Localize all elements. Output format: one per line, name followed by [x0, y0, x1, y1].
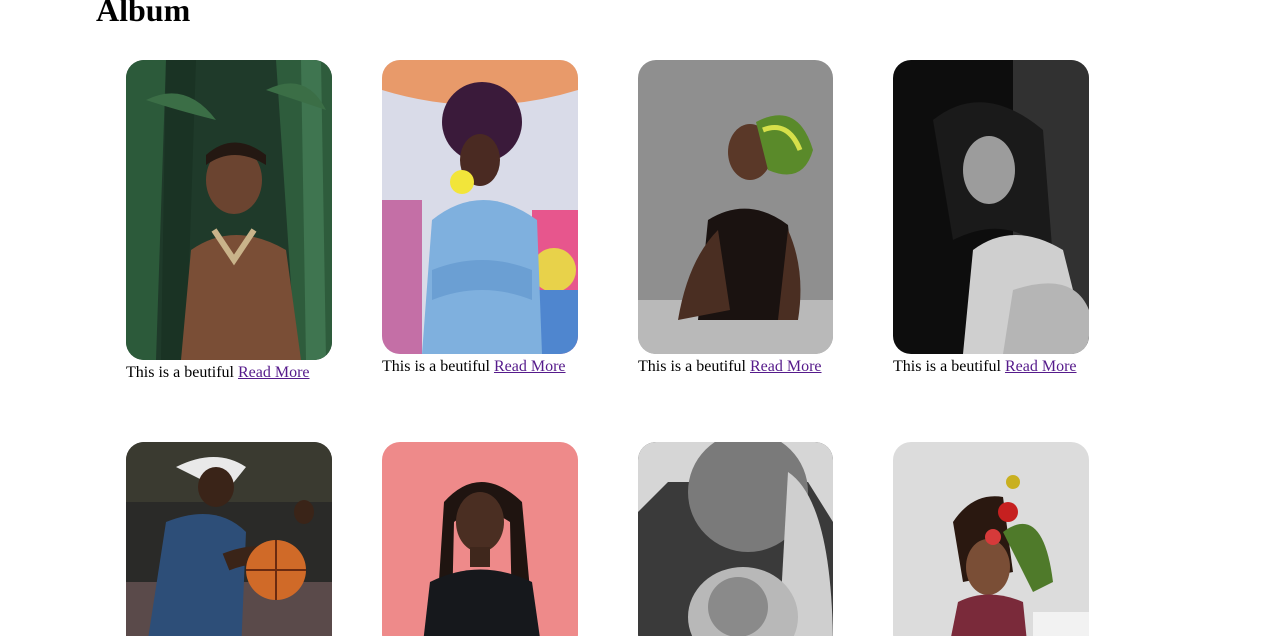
card-caption: This is a beutiful — [126, 364, 234, 381]
page-title: Album — [96, 0, 191, 28]
card-caption: This is a beutiful — [893, 358, 1001, 375]
card-caption: This is a beutiful — [638, 358, 746, 375]
album-card: This is a beutiful Read More — [126, 60, 332, 382]
woman-smiling-bw-photo[interactable] — [893, 60, 1089, 354]
read-more-link[interactable]: Read More — [494, 358, 566, 375]
album-card — [126, 442, 332, 636]
album-card: This is a beutiful Read More — [638, 60, 833, 376]
basketball-player-photo[interactable] — [126, 442, 332, 636]
read-more-link[interactable]: Read More — [1005, 358, 1077, 375]
album-card — [893, 442, 1089, 636]
read-more-link[interactable]: Read More — [750, 358, 822, 375]
man-in-jungle-photo[interactable] — [126, 60, 332, 360]
album-card — [382, 442, 578, 636]
woman-pink-background-photo[interactable] — [382, 442, 578, 636]
grandmother-baby-bw-photo[interactable] — [638, 442, 833, 636]
album-card — [638, 442, 833, 636]
album-card: This is a beutiful Read More — [382, 60, 578, 376]
woman-denim-jacket-photo[interactable] — [382, 60, 578, 354]
woman-flower-crown-photo[interactable] — [893, 442, 1089, 636]
card-caption: This is a beutiful — [382, 358, 490, 375]
woman-headwrap-photo[interactable] — [638, 60, 833, 354]
read-more-link[interactable]: Read More — [238, 364, 310, 381]
album-card: This is a beutiful Read More — [893, 60, 1089, 376]
